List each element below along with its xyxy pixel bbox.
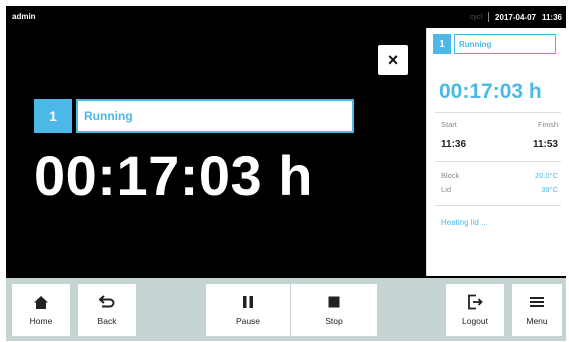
device-tag: cycl [469,13,483,21]
finish-time: 11:53 [532,139,558,150]
close-icon: × [387,49,399,70]
remaining-time: 00:17:03 h [34,144,313,207]
panel-status-field: Running [454,34,556,54]
block-number-badge: 1 [34,99,72,133]
run-status-row: 1 Running [34,99,354,133]
panel-divider [435,112,561,113]
home-button[interactable]: Home [12,284,70,336]
back-button[interactable]: Back [78,284,136,336]
pause-icon [241,294,255,310]
logout-icon [467,294,483,310]
status-bar-right: cycl 2017-04-07 11:36 [470,12,562,22]
status-divider [488,12,490,22]
logout-label: Logout [462,316,488,326]
stop-label: Stop [325,316,343,326]
panel-block-badge: 1 [433,34,451,54]
panel-divider [435,205,561,206]
status-time: 11:36 [541,12,562,22]
stop-icon [327,294,341,310]
status-date: 2017-04-07 [495,12,536,22]
panel-header: 1 Running [433,34,556,54]
menu-label: Menu [526,316,548,326]
pause-label: Pause [235,316,261,326]
panel-divider [435,161,561,162]
block-label: Block [441,171,460,180]
back-icon [99,294,115,310]
info-panel: 1 Running 00:17:03 h Start Finish 11:36 … [426,28,566,276]
bottom-toolbar: Home Back Pause Stop Logout Menu [6,278,566,341]
lid-label: Lid [441,185,452,194]
panel-remaining-time: 00:17:03 h [439,80,542,103]
lid-temperature: 39°C [541,185,558,194]
home-label: Home [29,316,53,326]
close-button[interactable]: × [378,45,408,75]
device-screen: admin cycl 2017-04-07 11:36 × 1 Running … [6,6,566,341]
block-temperature: 20.0°C [534,171,558,180]
menu-icon [530,294,544,310]
status-bar: admin cycl 2017-04-07 11:36 [6,6,566,26]
stop-button[interactable]: Stop [291,284,377,336]
user-name: admin [12,12,36,21]
finish-label: Finish [537,120,558,129]
logout-button[interactable]: Logout [446,284,504,336]
heating-status: Heating lid ... [441,218,488,227]
home-icon [33,294,49,310]
run-status-field: Running [76,99,354,133]
start-label: Start [441,120,457,129]
menu-button[interactable]: Menu [512,284,562,336]
back-label: Back [97,316,117,326]
pause-button[interactable]: Pause [206,284,290,336]
start-time: 11:36 [441,139,467,150]
